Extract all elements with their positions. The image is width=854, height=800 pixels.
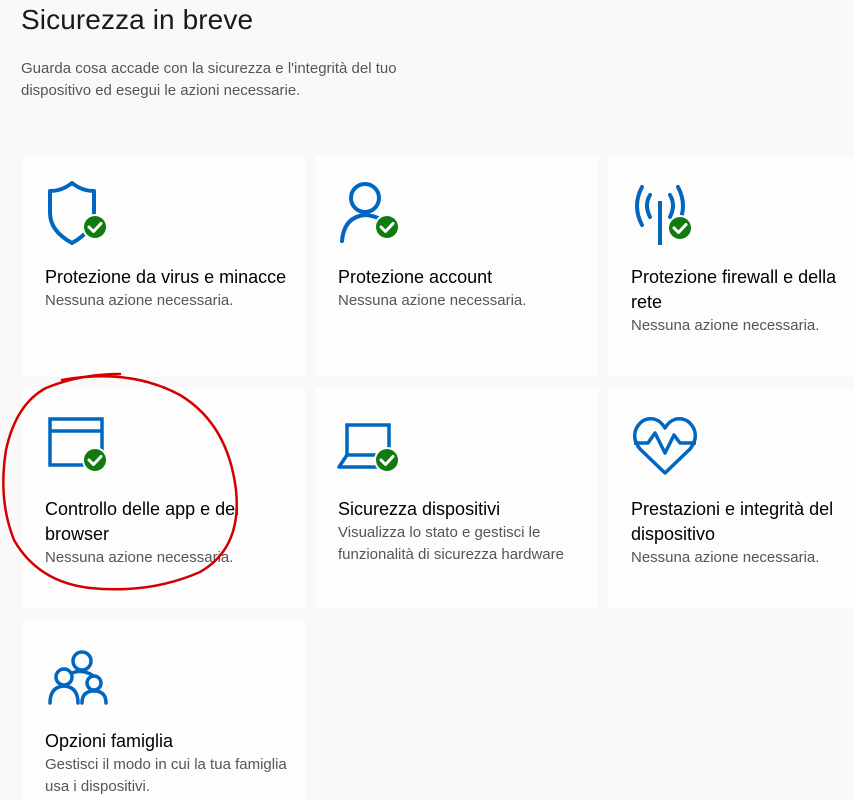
tile-status: Nessuna azione necessaria. — [45, 549, 234, 566]
tile-title-text: Opzioni famiglia — [45, 731, 174, 751]
tile-title-text: Sicurezza dispositivi — [338, 499, 501, 519]
page-title: Sicurezza in breve — [21, 4, 254, 35]
tile-title-text: Controllo delle app e del browser — [45, 499, 240, 544]
tile-title-text: Protezione firewall e della rete — [631, 267, 837, 312]
tile-title-text: Protezione da virus e minacce — [45, 267, 287, 287]
tile-status: Nessuna azione necessaria. — [631, 549, 820, 566]
check-badge-icon — [667, 215, 693, 241]
tile-title: Protezione da virus e minacce Nessuna az… — [45, 265, 300, 312]
check-badge-icon — [82, 447, 108, 473]
laptop-icon — [337, 411, 407, 481]
tile-device-performance-health[interactable]: Prestazioni e integrità del dispositivo … — [608, 387, 854, 609]
security-at-a-glance-page: Sicurezza in breve Guarda cosa accade co… — [0, 0, 854, 800]
tile-status: Nessuna azione necessaria. — [338, 292, 527, 309]
heart-pulse-icon — [630, 411, 700, 481]
tile-status: Gestisci il modo in cui la tua famiglia … — [45, 756, 287, 795]
firewall-antenna-icon — [630, 179, 700, 249]
account-person-icon — [337, 179, 407, 249]
check-badge-icon — [374, 214, 400, 240]
tile-title-text: Prestazioni e integrità del dispositivo — [631, 499, 834, 544]
check-badge-icon — [374, 447, 400, 473]
tile-title: Opzioni famiglia Gestisci il modo in cui… — [45, 729, 300, 798]
tile-virus-threat-protection[interactable]: Protezione da virus e minacce Nessuna az… — [22, 155, 306, 377]
app-browser-window-icon — [44, 411, 114, 481]
tile-status: Nessuna azione necessaria. — [631, 317, 820, 334]
tile-title: Protezione account Nessuna azione necess… — [338, 265, 593, 312]
tile-app-browser-control[interactable]: Controllo delle app e del browser Nessun… — [22, 387, 306, 609]
tile-title-text: Protezione account — [338, 267, 493, 287]
tile-firewall-network-protection[interactable]: Protezione firewall e della rete Nessuna… — [608, 155, 854, 377]
tile-status: Visualizza lo stato e gestisci le funzio… — [338, 524, 564, 563]
check-badge-icon — [82, 214, 108, 240]
tile-title: Protezione firewall e della rete Nessuna… — [631, 265, 853, 337]
page-description: Guarda cosa accade con la sicurezza e l'… — [21, 60, 397, 99]
tile-title: Controllo delle app e del browser Nessun… — [45, 497, 300, 569]
tile-title: Prestazioni e integrità del dispositivo … — [631, 497, 853, 569]
tile-device-security[interactable]: Sicurezza dispositivi Visualizza lo stat… — [315, 387, 599, 609]
tile-family-options[interactable]: Opzioni famiglia Gestisci il modo in cui… — [22, 619, 306, 800]
family-icon — [44, 643, 114, 713]
shield-icon — [44, 179, 114, 249]
tile-account-protection[interactable]: Protezione account Nessuna azione necess… — [315, 155, 599, 377]
tile-status: Nessuna azione necessaria. — [45, 292, 234, 309]
tile-title: Sicurezza dispositivi Visualizza lo stat… — [338, 497, 593, 566]
